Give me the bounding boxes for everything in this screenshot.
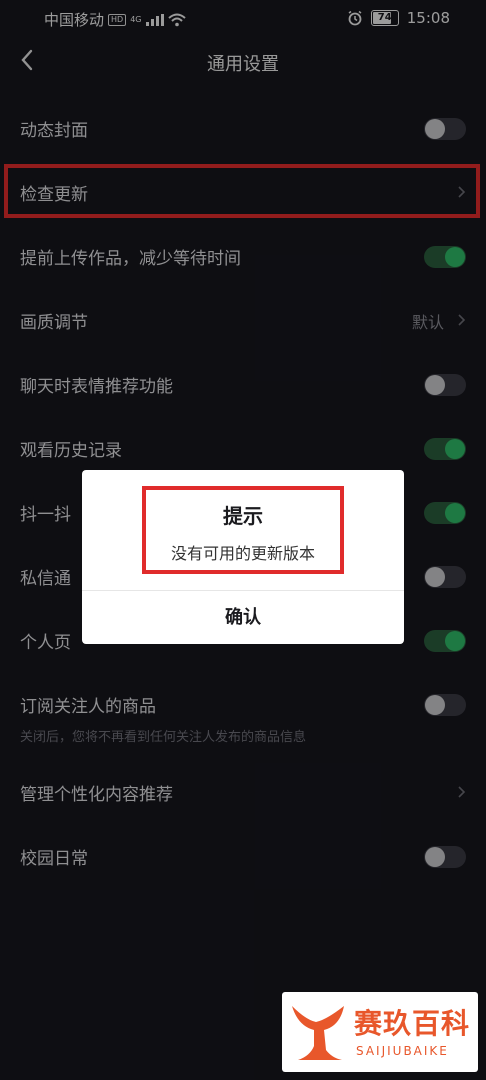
dialog-highlight-box	[142, 486, 344, 574]
watermark-cn: 赛玖百科	[354, 1007, 471, 1040]
watermark: 赛玖百科 SAIJIUBAIKE	[282, 992, 478, 1072]
confirm-button[interactable]: 确认	[82, 591, 404, 644]
alert-dialog: 提示 没有可用的更新版本 确认	[82, 470, 404, 644]
whale-tail-logo-icon	[292, 1006, 344, 1060]
watermark-en: SAIJIUBAIKE	[356, 1044, 449, 1058]
